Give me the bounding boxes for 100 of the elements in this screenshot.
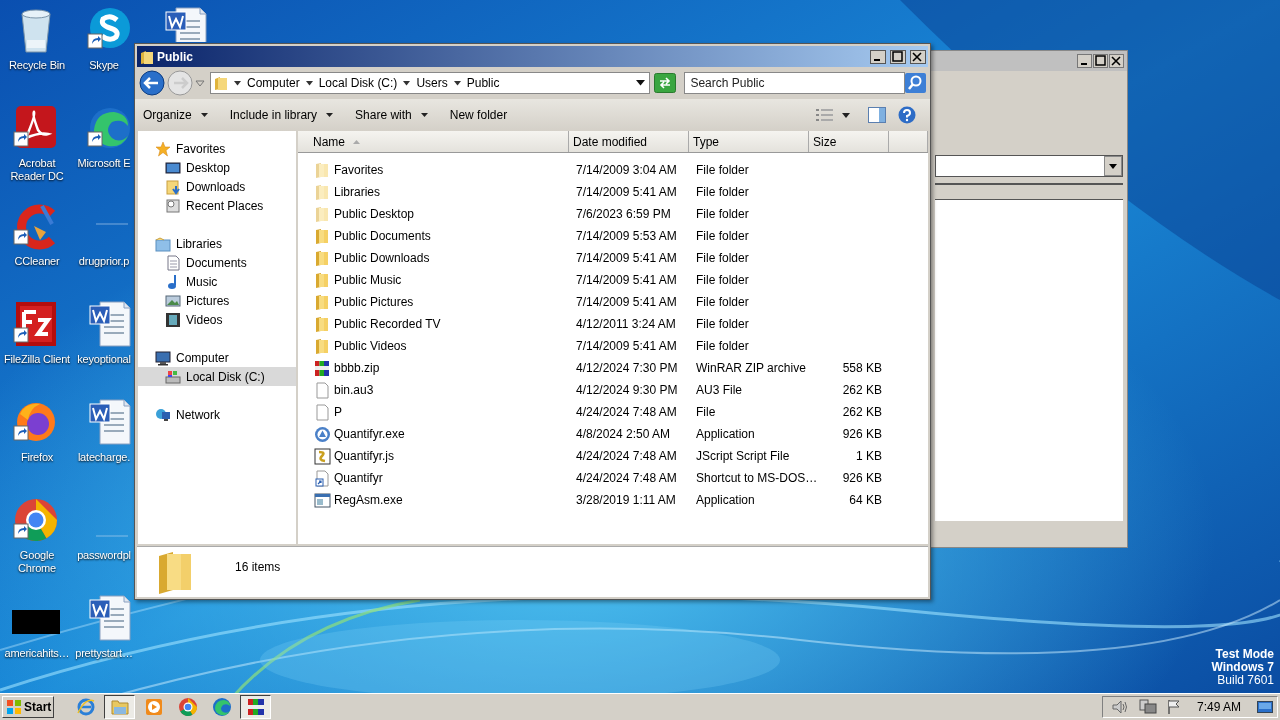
- clock[interactable]: 7:49 AM: [1196, 698, 1241, 716]
- nav-item[interactable]: Pictures: [138, 291, 296, 310]
- play-icon: [143, 697, 164, 717]
- file-name[interactable]: Favorites: [334, 161, 384, 179]
- breadcrumb-item[interactable]: Users: [416, 74, 448, 92]
- desktop-icon-label[interactable]: CCleaner: [0, 255, 74, 268]
- download-folder-icon: [165, 178, 181, 195]
- search-field[interactable]: Search Public: [684, 72, 905, 94]
- refresh-icon[interactable]: [654, 73, 677, 93]
- nav-item[interactable]: Videos: [138, 310, 296, 329]
- word-doc-icon[interactable]: [86, 594, 134, 642]
- nav-item[interactable]: Network: [138, 405, 296, 424]
- file-name[interactable]: Libraries: [334, 183, 381, 201]
- desktop-icon-label[interactable]: Skype: [74, 59, 134, 72]
- caret-icon[interactable]: [403, 80, 411, 86]
- windows-logo-icon: [6, 699, 22, 715]
- type-cell: WinRAR ZIP archive: [696, 361, 806, 375]
- close-icon[interactable]: [910, 49, 926, 64]
- date-cell: 7/14/2009 5:41 AM: [576, 295, 677, 309]
- desktop-icon-label[interactable]: Google Chrome: [0, 549, 74, 575]
- toolbar-button[interactable]: Include in library: [227, 103, 336, 127]
- type-cell: JScript Script File: [696, 449, 790, 463]
- toolbar-button[interactable]: Share with: [353, 103, 430, 127]
- preview-pane-icon[interactable]: [868, 107, 886, 123]
- taskbar-app-button[interactable]: [240, 695, 271, 719]
- nav-item[interactable]: Documents: [138, 253, 296, 272]
- help-icon[interactable]: [898, 106, 916, 124]
- start-button[interactable]: Start: [2, 696, 54, 718]
- flag-icon[interactable]: [1166, 699, 1181, 715]
- nav-item[interactable]: Libraries: [138, 234, 296, 253]
- caret-icon[interactable]: [234, 80, 241, 86]
- minimize-icon[interactable]: [1077, 54, 1092, 68]
- nav-item[interactable]: Downloads: [138, 177, 296, 196]
- desktop-icon-label[interactable]: Acrobat Reader DC: [0, 157, 74, 183]
- desktop-icon-label[interactable]: keyoptional: [74, 353, 134, 366]
- file-name[interactable]: P: [334, 403, 342, 421]
- file-name[interactable]: Quantifyr.js: [334, 447, 395, 465]
- caret-icon[interactable]: [453, 80, 461, 86]
- minimize-icon[interactable]: [870, 49, 886, 64]
- taskbar-app-button[interactable]: [104, 695, 135, 719]
- desktop-icon-label[interactable]: Firefox: [0, 451, 74, 464]
- file-name[interactable]: Public Videos: [334, 337, 407, 355]
- show-desktop-icon[interactable]: [1257, 701, 1273, 713]
- file-name[interactable]: Public Documents: [334, 227, 431, 245]
- file-name[interactable]: Public Pictures: [334, 293, 414, 311]
- column-header[interactable]: Date modified: [569, 131, 689, 152]
- nav-item[interactable]: Local Disk (C:): [138, 367, 296, 386]
- desktop-icon-label[interactable]: Microsoft E: [74, 157, 134, 170]
- date-cell: 4/12/2011 3:24 AM: [576, 317, 676, 331]
- file-name[interactable]: RegAsm.exe: [334, 491, 403, 509]
- nav-item[interactable]: Favorites: [138, 139, 296, 158]
- column-header[interactable]: Size: [809, 131, 889, 152]
- desktop-icon-label[interactable]: Recycle Bin: [0, 59, 74, 72]
- file-name[interactable]: bbbb.zip: [334, 359, 380, 377]
- date-cell: 7/14/2009 5:41 AM: [576, 185, 677, 199]
- nav-item[interactable]: Recent Places: [138, 196, 296, 215]
- column-header[interactable]: Type: [689, 131, 809, 152]
- caret-icon[interactable]: [842, 112, 850, 118]
- file-name[interactable]: Public Music: [334, 271, 402, 289]
- breadcrumb-item[interactable]: Public: [466, 74, 500, 92]
- file-name[interactable]: Public Recorded TV: [334, 315, 441, 333]
- toolbar-button[interactable]: Organize: [141, 103, 210, 127]
- recent-pages-caret-icon[interactable]: [195, 78, 205, 88]
- file-name[interactable]: bin.au3: [334, 381, 374, 399]
- maximize-icon[interactable]: [1093, 54, 1108, 68]
- column-header[interactable]: Name: [298, 131, 569, 152]
- file-name[interactable]: Public Desktop: [334, 205, 415, 223]
- caret-icon[interactable]: [305, 80, 313, 86]
- caret-icon: [420, 113, 428, 117]
- type-cell: File folder: [696, 295, 749, 309]
- dropdown-caret-icon[interactable]: [636, 80, 646, 86]
- word-doc-icon[interactable]: [86, 398, 134, 446]
- breadcrumb-item[interactable]: Local Disk (C:): [318, 74, 398, 92]
- close-icon[interactable]: [1109, 54, 1124, 68]
- type-cell: File: [696, 405, 716, 419]
- nav-item[interactable]: Computer: [138, 348, 296, 367]
- combo-box[interactable]: [935, 155, 1123, 177]
- desktop-icon-label[interactable]: latecharge.: [74, 451, 134, 464]
- desktop-icon-label[interactable]: americahits…: [0, 647, 74, 660]
- search-icon[interactable]: [905, 73, 926, 93]
- breadcrumb-item[interactable]: Computer: [247, 74, 300, 92]
- type-cell: File folder: [696, 185, 749, 199]
- maximize-icon[interactable]: [890, 49, 906, 64]
- back-icon[interactable]: [139, 70, 165, 96]
- type-cell: File folder: [696, 317, 749, 331]
- file-name[interactable]: Public Downloads: [334, 249, 430, 267]
- nav-item[interactable]: Music: [138, 272, 296, 291]
- chrome-logo-icon[interactable]: [12, 496, 60, 544]
- desktop-icon-label[interactable]: drugprior.p: [74, 255, 134, 268]
- nav-item[interactable]: Desktop: [138, 158, 296, 177]
- word-doc-icon[interactable]: [86, 300, 134, 348]
- file-name[interactable]: Quantifyr: [334, 469, 383, 487]
- speaker-icon[interactable]: [1110, 699, 1129, 715]
- desktop-icon-label[interactable]: FileZilla Client: [0, 353, 74, 366]
- toolbar-button[interactable]: New folder: [447, 103, 510, 127]
- file-name[interactable]: Quantifyr.exe: [334, 425, 405, 443]
- view-list-icon[interactable]: [816, 108, 834, 122]
- network-icon[interactable]: [1138, 699, 1157, 715]
- address-bar[interactable]: Computer Local Disk (C:) Users Public: [210, 72, 651, 94]
- window-title: Public: [157, 48, 193, 66]
